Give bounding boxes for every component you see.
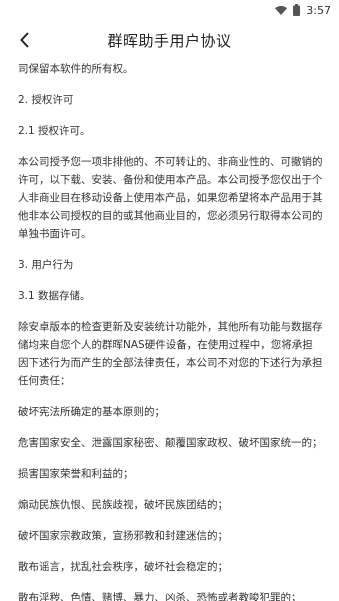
status-icons: 3:57 [275, 2, 331, 18]
subsection-heading-license: 2.1 授权许可。 [18, 125, 91, 137]
paragraph-data-storage: 除安卓版本的检查更新及安装统计功能外，其他所有功能与数据存储均来自您个人的群晖N… [18, 321, 323, 387]
paragraph-license: 本公司授予您一项非排他的、不可转让的、非商业性的、可撤销的许可，以下载、安装、备… [18, 156, 323, 240]
wifi-icon [275, 5, 288, 15]
scrollbar[interactable] [336, 60, 338, 601]
section-heading-license: 2. 授权许可 [18, 94, 74, 106]
page-title: 群晖助手用户协议 [107, 32, 232, 50]
list-item: 破坏国家宗教政策，宣扬邪教和封建迷信的； [18, 530, 228, 542]
battery-icon [293, 4, 301, 16]
list-item: 损害国家荣誉和利益的； [18, 468, 134, 480]
status-time: 3:57 [306, 3, 331, 17]
app-bar: 群晖助手用户协议 [0, 20, 339, 60]
list-item: 危害国家安全、泄露国家秘密、颠覆国家政权、破坏国家统一的； [18, 437, 323, 449]
paragraph-ownership: 司保留本软件的所有权。 [18, 63, 134, 75]
list-item: 破坏宪法所确定的基本原则的； [18, 406, 165, 418]
subsection-heading-data-storage: 3.1 数据存储。 [18, 290, 91, 302]
section-heading-user-behavior: 3. 用户行为 [18, 259, 74, 271]
list-item: 煽动民族仇恨、民族歧视，破坏民族团结的； [18, 499, 228, 511]
list-item: 散布谣言，扰乱社会秩序，破坏社会稳定的； [18, 561, 228, 573]
list-item: 散布淫秽、色情、赌博、暴力、凶杀、恐怖或者教唆犯罪的； [18, 592, 302, 601]
status-bar: 3:57 [0, 0, 339, 20]
agreement-content[interactable]: 司保留本软件的所有权。 2. 授权许可 2.1 授权许可。 本公司授予您一项非排… [18, 60, 323, 601]
